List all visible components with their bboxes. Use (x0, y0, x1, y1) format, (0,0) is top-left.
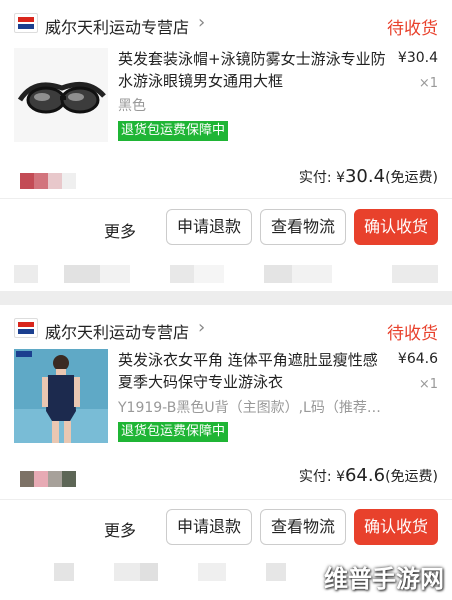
total-amount: 30.4 (344, 166, 386, 187)
swim-goggles-icon (14, 48, 108, 142)
product-title[interactable]: 英发泳衣女平角 连体平角遮肚显瘦性感 夏季大码保守专业游泳衣 (118, 349, 388, 393)
total-suffix: (免运费) (385, 170, 438, 186)
return-shipping-badge: 退货包运费保障中 (118, 121, 229, 141)
return-shipping-badge: 退货包运费保障中 (118, 422, 229, 442)
product-sku: 黑色 (118, 98, 146, 114)
total-prefix: 实付: ¥ (298, 469, 345, 485)
shop-name[interactable]: 威尔天利运动专营店 (45, 14, 189, 38)
order-status: 待收货 (387, 19, 438, 39)
total-suffix: (免运费) (385, 469, 438, 485)
chevron-right-icon[interactable]: › (198, 317, 205, 338)
more-button[interactable]: 更多 (104, 218, 136, 242)
product-sku: Y1919-B黑色U背（主图款）,L码（推荐… (118, 400, 381, 416)
shop-header[interactable]: 威尔天利运动专营店 › 待收货 (0, 305, 452, 351)
blurred-thumbnails (20, 471, 76, 487)
total-amount: 64.6 (344, 465, 386, 486)
product-price: ¥64.6 (397, 351, 438, 367)
shop-logo-icon (14, 318, 38, 338)
shop-header[interactable]: 威尔天利运动专营店 › 待收货 (0, 0, 452, 46)
swimsuit-model-icon (14, 349, 108, 443)
divider (0, 499, 452, 500)
product-title[interactable]: 英发套装泳帽+泳镜防雾女士游泳专业防水游泳眼镜男女通用大框 (118, 48, 388, 92)
product-quantity: ×1 (418, 76, 438, 91)
product-thumbnail[interactable] (14, 349, 108, 443)
chevron-right-icon[interactable]: › (198, 12, 205, 33)
refund-button[interactable]: 申请退款 (166, 209, 252, 245)
site-watermark: 维普手游网 (324, 565, 444, 593)
confirm-receipt-button[interactable]: 确认收货 (354, 509, 438, 545)
order-status: 待收货 (387, 324, 438, 344)
order-total: 实付: ¥64.6(免运费) (299, 465, 438, 486)
more-button[interactable]: 更多 (104, 517, 136, 541)
blurred-row (14, 265, 438, 283)
total-prefix: 实付: ¥ (298, 170, 345, 186)
blurred-thumbnails (20, 173, 76, 189)
refund-button[interactable]: 申请退款 (166, 509, 252, 545)
view-logistics-button[interactable]: 查看物流 (260, 209, 346, 245)
product-price: ¥30.4 (397, 50, 438, 66)
product-thumbnail[interactable] (14, 48, 108, 142)
order-total: 实付: ¥30.4(免运费) (299, 166, 438, 187)
confirm-receipt-button[interactable]: 确认收货 (354, 209, 438, 245)
shop-logo-icon (14, 13, 38, 33)
divider (0, 198, 452, 199)
order-card: 威尔天利运动专营店 › 待收货 英发泳衣女平角 连体平角遮肚显瘦性感 夏季大码保… (0, 305, 452, 600)
order-card: 威尔天利运动专营店 › 待收货 英发套装泳帽+泳镜防雾女士游泳专业防水游泳眼镜男… (0, 0, 452, 291)
shop-name[interactable]: 威尔天利运动专营店 (45, 319, 189, 343)
product-quantity: ×1 (418, 377, 438, 392)
view-logistics-button[interactable]: 查看物流 (260, 509, 346, 545)
